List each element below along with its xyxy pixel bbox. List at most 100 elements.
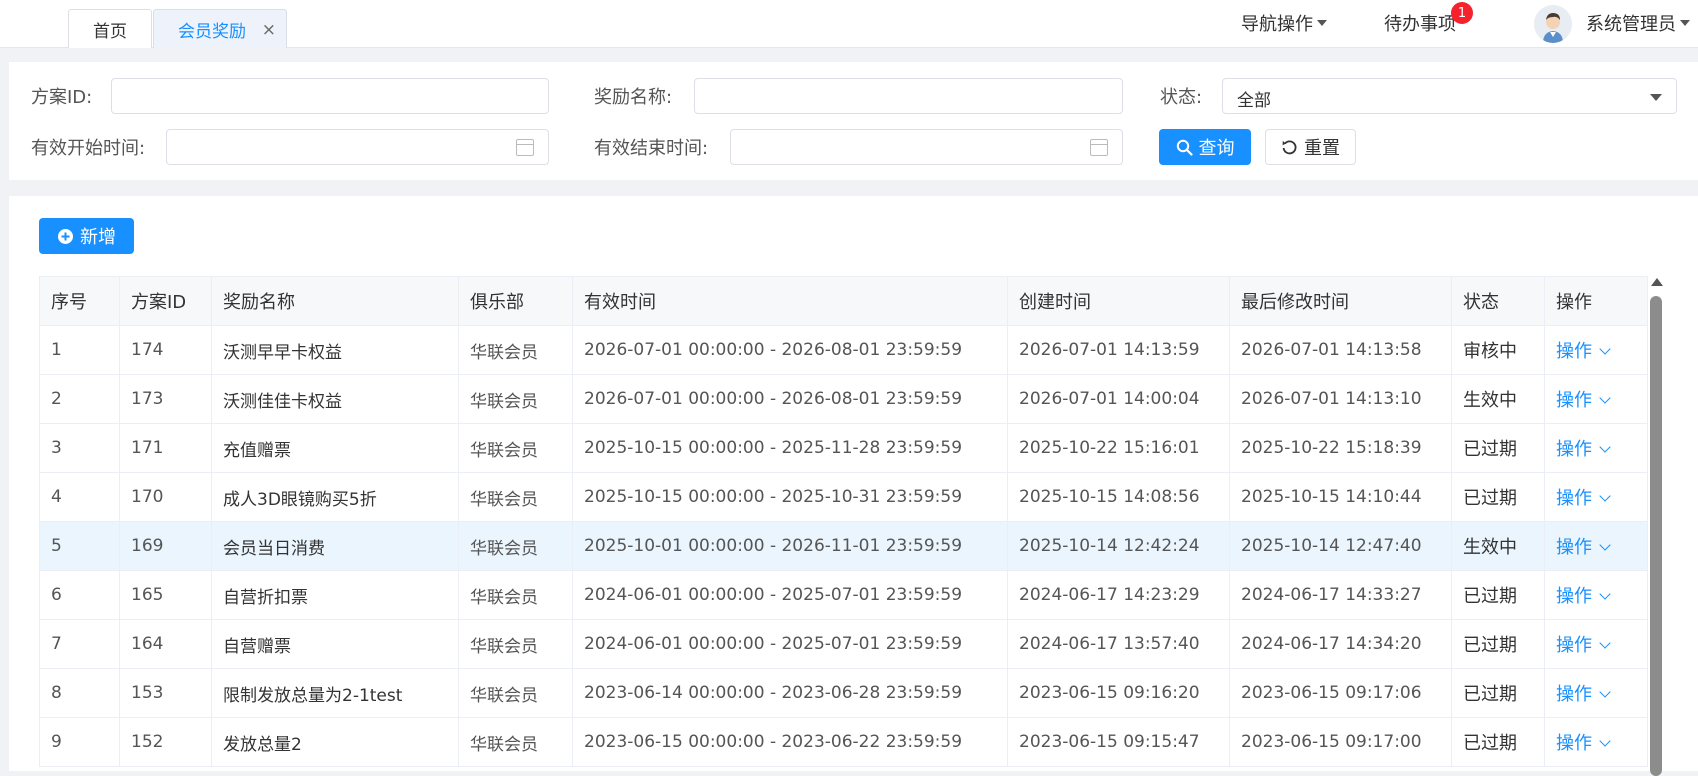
cell-modified: 2024-06-17 14:33:27 bbox=[1229, 570, 1452, 620]
row-action-dropdown[interactable]: 操作 bbox=[1556, 733, 1611, 754]
table-row[interactable]: 1 174 沃测早早卡权益 华联会员 2026-07-01 00:00:00 - 202… bbox=[39, 325, 1648, 375]
cell-valid: 2024-06-01 00:00:00 - 2025-07-01 23:59:5… bbox=[572, 619, 1008, 669]
calendar-icon bbox=[516, 139, 534, 156]
cell-op: 操作 bbox=[1544, 570, 1648, 620]
row-action-dropdown[interactable]: 操作 bbox=[1556, 439, 1611, 460]
cell-name: 成人3D眼镜购买5折 bbox=[211, 472, 459, 522]
cell-no: 5 bbox=[39, 521, 120, 571]
cell-created: 2024-06-17 13:57:40 bbox=[1007, 619, 1230, 669]
nav-ops-menu[interactable]: 导航操作 bbox=[1241, 0, 1327, 46]
cell-created: 2023-06-15 09:15:47 bbox=[1007, 717, 1230, 767]
cell-modified: 2025-10-15 14:10:44 bbox=[1229, 472, 1452, 522]
col-header: 奖励名称 bbox=[211, 276, 459, 326]
plan-id-input[interactable] bbox=[111, 78, 549, 114]
cell-valid: 2023-06-14 00:00:00 - 2023-06-28 23:59:5… bbox=[572, 668, 1008, 718]
scroll-up-icon[interactable] bbox=[1651, 278, 1663, 286]
user-menu[interactable]: 系统管理员 bbox=[1586, 0, 1690, 46]
cell-modified: 2025-10-14 12:47:40 bbox=[1229, 521, 1452, 571]
cell-op: 操作 bbox=[1544, 521, 1648, 571]
cell-club: 华联会员 bbox=[458, 374, 573, 424]
table-row[interactable]: 2 173 沃测佳佳卡权益 华联会员 2026-07-01 00:00:00 - 202… bbox=[39, 374, 1648, 424]
cell-op: 操作 bbox=[1544, 668, 1648, 718]
cell-id: 164 bbox=[119, 619, 212, 669]
cell-id: 169 bbox=[119, 521, 212, 571]
col-header: 序号 bbox=[39, 276, 120, 326]
start-time-picker[interactable] bbox=[166, 129, 549, 165]
col-header: 操作 bbox=[1544, 276, 1648, 326]
chevron-down-icon bbox=[1599, 392, 1611, 404]
cell-valid: 2026-07-01 00:00:00 - 2026-08-01 23:59:5… bbox=[572, 325, 1008, 375]
cell-no: 3 bbox=[39, 423, 120, 473]
cell-modified: 2025-10-22 15:18:39 bbox=[1229, 423, 1452, 473]
row-action-dropdown[interactable]: 操作 bbox=[1556, 488, 1611, 509]
cell-no: 7 bbox=[39, 619, 120, 669]
reward-table: 序号 方案ID 奖励名称 俱乐部 有效时间 创建时间 最后修改时间 状态 操作 … bbox=[39, 276, 1648, 767]
calendar-icon bbox=[1090, 139, 1108, 156]
cell-name: 充值赠票 bbox=[211, 423, 459, 473]
filter-panel: 方案ID: 奖励名称: 状态: 全部 有效开始时间: 有效结束时间: 查询 重置 bbox=[9, 62, 1698, 180]
todo-menu[interactable]: 待办事项 bbox=[1384, 0, 1456, 46]
tab-home[interactable]: 首页 bbox=[68, 9, 152, 48]
reset-button[interactable]: 重置 bbox=[1265, 129, 1356, 165]
cell-club: 华联会员 bbox=[458, 325, 573, 375]
table-row[interactable]: 4 170 成人3D眼镜购买5折 华联会员 2025-10-15 00:00:00 - … bbox=[39, 472, 1648, 522]
table-row[interactable]: 9 152 发放总量2 华联会员 2023-06-15 00:00:00 - 2023-… bbox=[39, 717, 1648, 767]
col-header: 有效时间 bbox=[572, 276, 1008, 326]
todo-count-badge: 1 bbox=[1451, 2, 1473, 24]
cell-created: 2026-07-01 14:00:04 bbox=[1007, 374, 1230, 424]
cell-valid: 2025-10-15 00:00:00 - 2025-10-31 23:59:5… bbox=[572, 472, 1008, 522]
table-row[interactable]: 5 169 会员当日消费 华联会员 2025-10-01 00:00:00 - 2026… bbox=[39, 521, 1648, 571]
cell-modified: 2026-07-01 14:13:10 bbox=[1229, 374, 1452, 424]
row-action-dropdown[interactable]: 操作 bbox=[1556, 684, 1611, 705]
caret-down-icon bbox=[1680, 20, 1690, 26]
scroll-thumb[interactable] bbox=[1650, 296, 1662, 776]
table-row[interactable]: 7 164 自营赠票 华联会员 2024-06-01 00:00:00 - 2025-0… bbox=[39, 619, 1648, 669]
cell-created: 2026-07-01 14:13:59 bbox=[1007, 325, 1230, 375]
cell-no: 2 bbox=[39, 374, 120, 424]
cell-created: 2023-06-15 09:16:20 bbox=[1007, 668, 1230, 718]
cell-no: 9 bbox=[39, 717, 120, 767]
cell-status: 已过期 bbox=[1451, 619, 1545, 669]
reward-name-label: 奖励名称: bbox=[594, 87, 673, 108]
table-row[interactable]: 8 153 限制发放总量为2-1test 华联会员 2023-06-14 00:00:0… bbox=[39, 668, 1648, 718]
table-row[interactable]: 3 171 充值赠票 华联会员 2025-10-15 00:00:00 - 2025-1… bbox=[39, 423, 1648, 473]
row-action-label: 操作 bbox=[1556, 390, 1592, 411]
cell-club: 华联会员 bbox=[458, 570, 573, 620]
table-row[interactable]: 6 165 自营折扣票 华联会员 2024-06-01 00:00:00 - 2025-… bbox=[39, 570, 1648, 620]
cell-modified: 2023-06-15 09:17:00 bbox=[1229, 717, 1452, 767]
row-action-dropdown[interactable]: 操作 bbox=[1556, 341, 1611, 362]
tab-member-reward[interactable]: 会员奖励 × bbox=[153, 9, 287, 48]
tab-home-label: 首页 bbox=[93, 21, 127, 42]
plus-circle-icon bbox=[58, 228, 73, 244]
cell-no: 8 bbox=[39, 668, 120, 718]
status-select[interactable]: 全部 bbox=[1222, 78, 1677, 114]
query-button[interactable]: 查询 bbox=[1159, 129, 1251, 165]
row-action-label: 操作 bbox=[1556, 488, 1592, 509]
add-button[interactable]: 新增 bbox=[39, 218, 134, 254]
cell-name: 发放总量2 bbox=[211, 717, 459, 767]
vertical-scrollbar[interactable] bbox=[1649, 276, 1663, 776]
cell-created: 2025-10-15 14:08:56 bbox=[1007, 472, 1230, 522]
cell-op: 操作 bbox=[1544, 472, 1648, 522]
end-time-picker[interactable] bbox=[730, 129, 1123, 165]
caret-down-icon bbox=[1650, 94, 1662, 101]
row-action-dropdown[interactable]: 操作 bbox=[1556, 390, 1611, 411]
row-action-dropdown[interactable]: 操作 bbox=[1556, 586, 1611, 607]
close-icon[interactable]: × bbox=[262, 20, 276, 40]
row-action-label: 操作 bbox=[1556, 635, 1592, 656]
cell-status: 已过期 bbox=[1451, 472, 1545, 522]
reward-name-input[interactable] bbox=[694, 78, 1123, 114]
chevron-down-icon bbox=[1599, 343, 1611, 355]
cell-created: 2024-06-17 14:23:29 bbox=[1007, 570, 1230, 620]
col-header: 最后修改时间 bbox=[1229, 276, 1452, 326]
row-action-dropdown[interactable]: 操作 bbox=[1556, 635, 1611, 656]
add-button-label: 新增 bbox=[80, 227, 116, 248]
cell-id: 170 bbox=[119, 472, 212, 522]
cell-op: 操作 bbox=[1544, 619, 1648, 669]
nav-ops-label: 导航操作 bbox=[1241, 14, 1313, 35]
row-action-label: 操作 bbox=[1556, 341, 1592, 362]
avatar[interactable] bbox=[1534, 5, 1572, 43]
row-action-dropdown[interactable]: 操作 bbox=[1556, 537, 1611, 558]
cell-op: 操作 bbox=[1544, 374, 1648, 424]
cell-name: 沃测佳佳卡权益 bbox=[211, 374, 459, 424]
